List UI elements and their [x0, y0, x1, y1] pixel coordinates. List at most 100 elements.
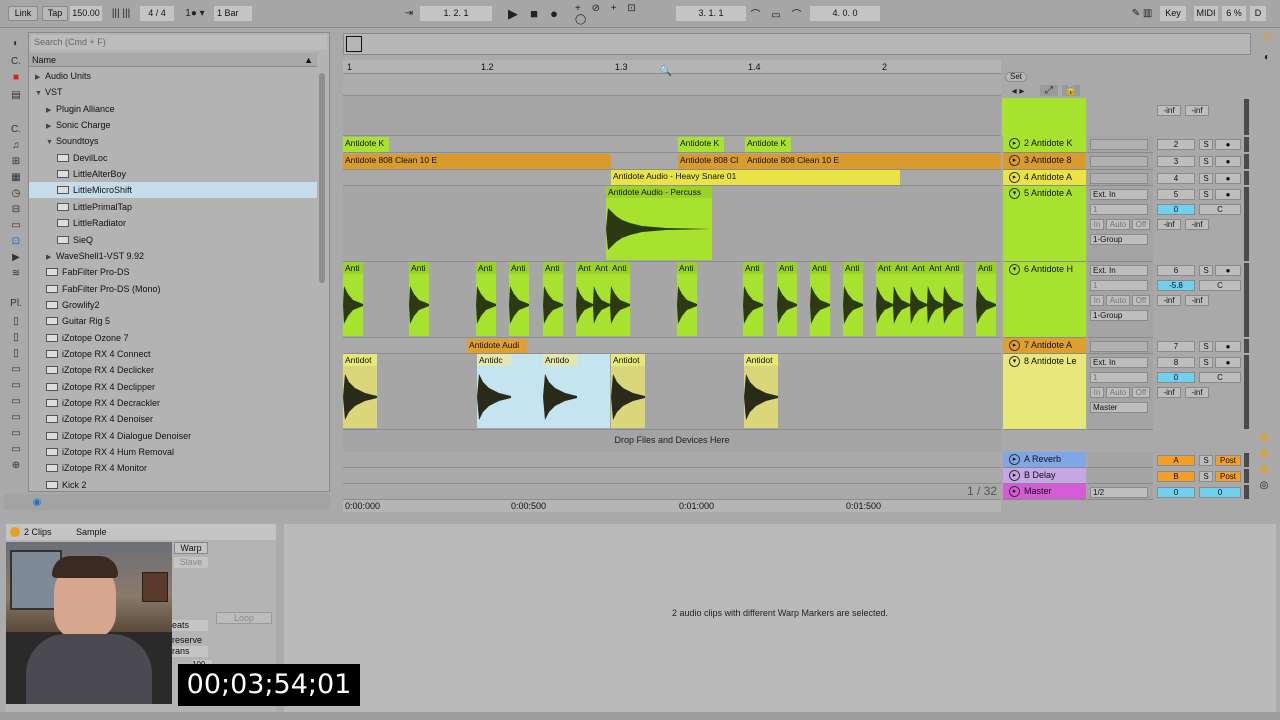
return-toggle-icon[interactable]: ◉: [1258, 448, 1270, 459]
return-track-header[interactable]: ▸ A Reverb: [1003, 452, 1086, 468]
browser-item[interactable]: LittleRadiator: [29, 215, 317, 231]
current-project-icon[interactable]: ▯: [8, 346, 24, 360]
track-header[interactable]: ▾ 6 Antidote H: [1003, 262, 1086, 338]
folder-icon[interactable]: ▭: [8, 426, 24, 440]
record-options-icons[interactable]: + ⊘ + ⊡ ◯: [575, 3, 657, 25]
fold-icon[interactable]: ▸: [1009, 138, 1020, 149]
track-header[interactable]: ▸ 3 Antidote 8: [1003, 153, 1086, 170]
arrangement-overview[interactable]: [343, 33, 1251, 55]
send-a-field[interactable]: -inf: [1157, 295, 1181, 306]
arm-button[interactable]: ●: [1215, 189, 1241, 200]
browser-item[interactable]: Kick 2: [29, 477, 317, 493]
return-track-header[interactable]: ▸ B Delay: [1003, 468, 1086, 484]
monitor-auto-button[interactable]: Auto: [1106, 219, 1130, 230]
clip[interactable]: Antidot: [744, 354, 778, 428]
preview-icon[interactable]: ◉: [30, 495, 44, 509]
post-button[interactable]: Post: [1215, 471, 1241, 482]
browser-item[interactable]: FabFilter Pro-DS: [29, 264, 317, 280]
set-button[interactable]: Set: [1005, 72, 1027, 82]
arm-button[interactable]: ●: [1215, 265, 1241, 276]
folder-icon[interactable]: ▭: [8, 394, 24, 408]
browser-item[interactable]: ▼ VST: [29, 84, 317, 100]
song-position[interactable]: 1. 2. 1: [420, 6, 492, 21]
master-volume-field[interactable]: 0: [1157, 487, 1195, 498]
output-select[interactable]: 1-Group: [1090, 310, 1148, 321]
loop-start-field[interactable]: 3. 1. 1: [676, 6, 746, 21]
link-button[interactable]: Link: [8, 6, 38, 21]
track-lane-4[interactable]: Antidote Audio - Heavy Snare 01: [343, 170, 1001, 186]
browser-item[interactable]: SieQ: [29, 232, 317, 248]
pan-field[interactable]: C: [1199, 372, 1241, 383]
clip[interactable]: Antidote K: [745, 137, 791, 152]
volume-field[interactable]: 0: [1157, 372, 1195, 383]
arm-button[interactable]: ●: [1215, 341, 1241, 352]
delay-toggle-icon[interactable]: ◎: [1258, 480, 1270, 491]
browser-item[interactable]: iZotope RX 4 Hum Removal: [29, 444, 317, 460]
overview-viewport[interactable]: [346, 36, 362, 52]
arm-button[interactable]: ●: [1215, 139, 1241, 150]
browser-item[interactable]: iZotope RX 4 Declicker: [29, 362, 317, 378]
tab-clips[interactable]: 2 Clips: [24, 527, 52, 537]
clip[interactable]: Anti: [343, 262, 363, 336]
menu-icon[interactable]: ☰: [1260, 30, 1274, 44]
browser-item[interactable]: Growlify2: [29, 297, 317, 313]
fold-icon[interactable]: ▸: [1009, 340, 1020, 351]
input-channel-select[interactable]: 1: [1090, 280, 1148, 291]
draw-mode-icon[interactable]: ✎ ▥: [1128, 6, 1156, 21]
send-b-field[interactable]: -inf: [1185, 219, 1209, 230]
browser-item[interactable]: ▶ Audio Units: [29, 68, 317, 84]
return-lane-b[interactable]: [343, 468, 1001, 484]
solo-button[interactable]: S: [1199, 341, 1213, 352]
input-routing[interactable]: [1090, 139, 1148, 150]
return-letter[interactable]: A: [1157, 455, 1195, 466]
max-for-live-icon[interactable]: ▭: [8, 218, 24, 232]
clip[interactable]: Ant: [910, 262, 927, 336]
clip[interactable]: Antidote Audio - Heavy Snare 01: [611, 170, 900, 185]
browser-item[interactable]: iZotope RX 4 Denoiser: [29, 411, 317, 427]
clip[interactable]: Anti: [943, 262, 963, 336]
monitor-in-button[interactable]: In: [1090, 295, 1104, 306]
return-lane-a[interactable]: [343, 452, 1001, 468]
monitor-off-button[interactable]: Off: [1132, 219, 1150, 230]
track-lane-6[interactable]: Anti Anti Anti Anti Anti Ant Ant Anti Anti Anti An…: [343, 262, 1001, 338]
midi-map-button[interactable]: MIDI: [1194, 6, 1218, 21]
plugins-icon[interactable]: ⊡: [8, 234, 24, 248]
clip[interactable]: Antido: [543, 354, 610, 428]
mixer-toggle-icon[interactable]: ◉: [1258, 464, 1270, 475]
monitor-auto-button[interactable]: Auto: [1106, 387, 1130, 398]
metronome-icon[interactable]: 1● ▾: [178, 6, 212, 21]
follow-icon[interactable]: ⇥: [400, 6, 418, 21]
track-lane-1[interactable]: [343, 96, 1001, 136]
input-type-select[interactable]: Ext. In: [1090, 189, 1148, 200]
expand-icon[interactable]: ⤢: [1040, 85, 1058, 96]
clip[interactable]: Anti: [543, 262, 563, 336]
track-header[interactable]: ▾ 5 Antidote A: [1003, 186, 1086, 262]
solo-button[interactable]: S: [1199, 357, 1213, 368]
track-header[interactable]: ▸ 7 Antidote A: [1003, 338, 1086, 354]
input-routing[interactable]: [1090, 341, 1148, 352]
loop-button[interactable]: Loop: [216, 612, 272, 624]
nudge-icon[interactable]: ||| |||: [104, 6, 138, 21]
pan-field[interactable]: C: [1199, 204, 1241, 215]
input-channel-select[interactable]: 1: [1090, 204, 1148, 215]
browser-item[interactable]: ▶ Sonic Charge: [29, 117, 317, 133]
output-select[interactable]: 1-Group: [1090, 234, 1148, 245]
drums-icon[interactable]: ⊞: [8, 154, 24, 168]
nav-arrows-icon[interactable]: ◂ ▸: [1004, 86, 1032, 97]
solo-button[interactable]: S: [1199, 173, 1213, 184]
clip[interactable]: Antidot: [343, 354, 377, 428]
clip[interactable]: Antidot: [611, 354, 645, 428]
pan-field[interactable]: C: [1199, 280, 1241, 291]
arm-button[interactable]: ●: [1215, 173, 1241, 184]
samples-icon[interactable]: ≋: [8, 266, 24, 280]
track-header[interactable]: ▸ 4 Antidote A: [1003, 170, 1086, 186]
output-select[interactable]: Master: [1090, 402, 1148, 413]
folder-icon[interactable]: ▭: [8, 378, 24, 392]
fold-icon[interactable]: ▾: [1009, 264, 1020, 275]
clip[interactable]: Antidc: [477, 354, 543, 428]
track-header[interactable]: ▾ 8 Antidote Le: [1003, 354, 1086, 430]
time-ruler[interactable]: 0:00:000 0:00:500 0:01:000 0:01:500: [343, 500, 1001, 512]
sounds-icon[interactable]: ♫: [8, 138, 24, 152]
tap-button[interactable]: Tap: [42, 6, 68, 21]
clip[interactable]: Antidote 808 Clean 10 E: [745, 154, 1001, 169]
